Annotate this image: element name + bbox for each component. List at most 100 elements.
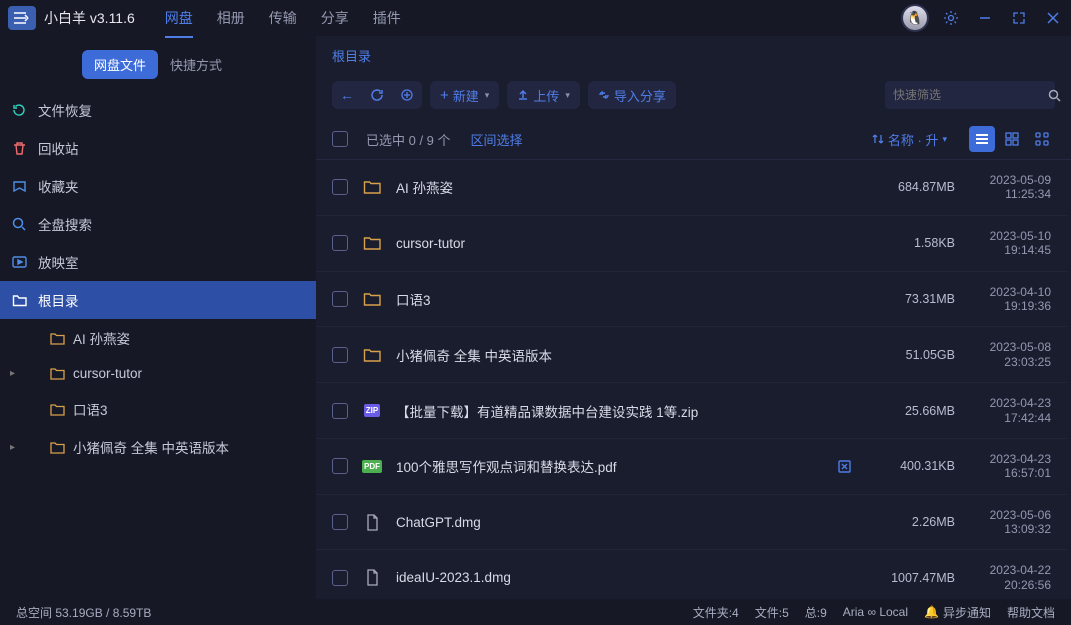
caret-icon[interactable]: ▸ — [10, 442, 20, 453]
file-size: 684.87MB — [869, 180, 955, 194]
file-row[interactable]: 小猪佩奇 全集 中英语版本 51.05GB 2023-05-0823:03:25 — [316, 327, 1067, 383]
aria-status[interactable]: Aria ∞ Local — [843, 605, 908, 619]
file-checkbox[interactable] — [332, 514, 348, 530]
total-count: 总:9 — [805, 604, 827, 621]
sidebar-item-trash[interactable]: 回收站 — [0, 129, 316, 167]
file-date: 2023-05-0911:25:34 — [969, 173, 1051, 202]
file-checkbox[interactable] — [332, 570, 348, 586]
file-row[interactable]: cursor-tutor 1.58KB 2023-05-1019:14:45 — [316, 216, 1067, 272]
sidebar: 网盘文件快捷方式 文件恢复回收站收藏夹全盘搜索放映室根目录 AI 孙燕姿▸cur… — [0, 36, 316, 599]
settings-icon[interactable] — [941, 8, 961, 28]
sidebar-item-search[interactable]: 全盘搜索 — [0, 205, 316, 243]
file-checkbox[interactable] — [332, 458, 348, 474]
tree-item-2[interactable]: 口语3 — [0, 390, 316, 428]
sort-control[interactable]: 名称 · 升 ▾ — [872, 130, 947, 149]
folder-icon — [362, 233, 382, 253]
view-large[interactable] — [1029, 126, 1055, 152]
file-date: 2023-04-2317:42:44 — [969, 396, 1051, 425]
menu-button[interactable] — [8, 6, 36, 30]
top-tab-4[interactable]: 插件 — [373, 0, 401, 36]
folder-icon — [50, 441, 65, 454]
search-input[interactable] — [893, 88, 1048, 102]
back-button[interactable]: ← — [332, 81, 362, 109]
file-name: 100个雅思写作观点词和替换表达.pdf — [396, 456, 823, 476]
view-grid[interactable] — [999, 126, 1025, 152]
dmg-icon — [362, 568, 382, 588]
new-button[interactable]: +新建▾ — [430, 81, 499, 109]
file-date: 2023-04-2316:57:01 — [969, 452, 1051, 481]
file-date: 2023-05-1019:14:45 — [969, 229, 1051, 258]
file-checkbox[interactable] — [332, 291, 348, 307]
play-icon — [10, 253, 28, 271]
file-size: 400.31KB — [869, 459, 955, 473]
folder-icon — [362, 177, 382, 197]
sidebar-item-restore[interactable]: 文件恢复 — [0, 91, 316, 129]
view-list[interactable] — [969, 126, 995, 152]
top-tab-3[interactable]: 分享 — [321, 0, 349, 36]
file-list: AI 孙燕姿 684.87MB 2023-05-0911:25:34 curso… — [316, 160, 1067, 599]
caret-icon[interactable]: ▸ — [10, 368, 20, 379]
content-pane: 根目录 ← +新建▾ 上传▾ 导入分享 — [316, 36, 1071, 599]
refresh-button[interactable] — [362, 81, 392, 109]
folder-icon — [362, 289, 382, 309]
file-row[interactable]: ChatGPT.dmg 2.26MB 2023-05-0613:09:32 — [316, 495, 1067, 551]
close-icon[interactable] — [1043, 8, 1063, 28]
dmg-icon — [362, 512, 382, 532]
folder-icon — [10, 291, 28, 309]
target-button[interactable] — [392, 81, 422, 109]
sidebar-item-play[interactable]: 放映室 — [0, 243, 316, 281]
top-tabs: 网盘相册传输分享插件 — [165, 0, 401, 36]
select-all-checkbox[interactable] — [332, 131, 348, 147]
file-name: 口语3 — [396, 289, 823, 309]
search-icon[interactable] — [1048, 89, 1061, 102]
file-row[interactable]: AI 孙燕姿 684.87MB 2023-05-0911:25:34 — [316, 160, 1067, 216]
minimize-icon[interactable] — [975, 8, 995, 28]
file-row[interactable]: PDF 100个雅思写作观点词和替换表达.pdf 400.31KB 2023-0… — [316, 439, 1067, 495]
tree-item-1[interactable]: ▸cursor-tutor — [0, 357, 316, 390]
file-date: 2023-05-0823:03:25 — [969, 340, 1051, 369]
statusbar: 总空间 53.19GB / 8.59TB 文件夹:4 文件:5 总:9 Aria… — [0, 599, 1071, 625]
folder-count: 文件夹:4 — [693, 604, 739, 621]
avatar[interactable]: 🐧 — [903, 6, 927, 30]
file-size: 1007.47MB — [869, 571, 955, 585]
notify-status[interactable]: 🔔异步通知 — [924, 604, 991, 621]
side-tab-1[interactable]: 快捷方式 — [158, 50, 234, 79]
top-tab-2[interactable]: 传输 — [269, 0, 297, 36]
range-select[interactable]: 区间选择 — [471, 130, 523, 149]
file-name: 【批量下载】有道精品课数据中台建设实践 1等.zip — [396, 401, 823, 421]
selection-info: 已选中 0 / 9 个 — [366, 130, 451, 149]
top-tab-0[interactable]: 网盘 — [165, 0, 193, 36]
file-checkbox[interactable] — [332, 347, 348, 363]
sidebar-item-folder[interactable]: 根目录 — [0, 281, 316, 319]
app-title: 小白羊 v3.11.6 — [44, 8, 135, 28]
side-tab-0[interactable]: 网盘文件 — [82, 50, 158, 79]
file-name: 小猪佩奇 全集 中英语版本 — [396, 345, 823, 365]
file-date: 2023-04-2220:26:56 — [969, 563, 1051, 592]
titlebar: 小白羊 v3.11.6 网盘相册传输分享插件 🐧 — [0, 0, 1071, 36]
trash-icon — [10, 139, 28, 157]
sidebar-tabs: 网盘文件快捷方式 — [0, 50, 316, 79]
tree-item-3[interactable]: ▸小猪佩奇 全集 中英语版本 — [0, 428, 316, 466]
file-name: AI 孙燕姿 — [396, 177, 823, 197]
upload-button[interactable]: 上传▾ — [507, 81, 580, 109]
file-row[interactable]: ZIP 【批量下载】有道精品课数据中台建设实践 1等.zip 25.66MB 2… — [316, 383, 1067, 439]
restore-icon — [10, 101, 28, 119]
tree-item-0[interactable]: AI 孙燕姿 — [0, 319, 316, 357]
breadcrumb[interactable]: 根目录 — [316, 36, 1071, 75]
file-checkbox[interactable] — [332, 235, 348, 251]
file-row[interactable]: ideaIU-2023.1.dmg 1007.47MB 2023-04-2220… — [316, 550, 1067, 599]
file-count: 文件:5 — [755, 604, 789, 621]
help-link[interactable]: 帮助文档 — [1007, 604, 1055, 621]
import-share-button[interactable]: 导入分享 — [588, 81, 676, 109]
search-box[interactable] — [885, 81, 1055, 109]
sidebar-item-star[interactable]: 收藏夹 — [0, 167, 316, 205]
file-date: 2023-04-1019:19:36 — [969, 285, 1051, 314]
top-tab-1[interactable]: 相册 — [217, 0, 245, 36]
file-name: cursor-tutor — [396, 236, 823, 251]
file-checkbox[interactable] — [332, 179, 348, 195]
file-checkbox[interactable] — [332, 403, 348, 419]
file-size: 2.26MB — [869, 515, 955, 529]
maximize-icon[interactable] — [1009, 8, 1029, 28]
file-row[interactable]: 口语3 73.31MB 2023-04-1019:19:36 — [316, 272, 1067, 328]
search-icon — [10, 215, 28, 233]
